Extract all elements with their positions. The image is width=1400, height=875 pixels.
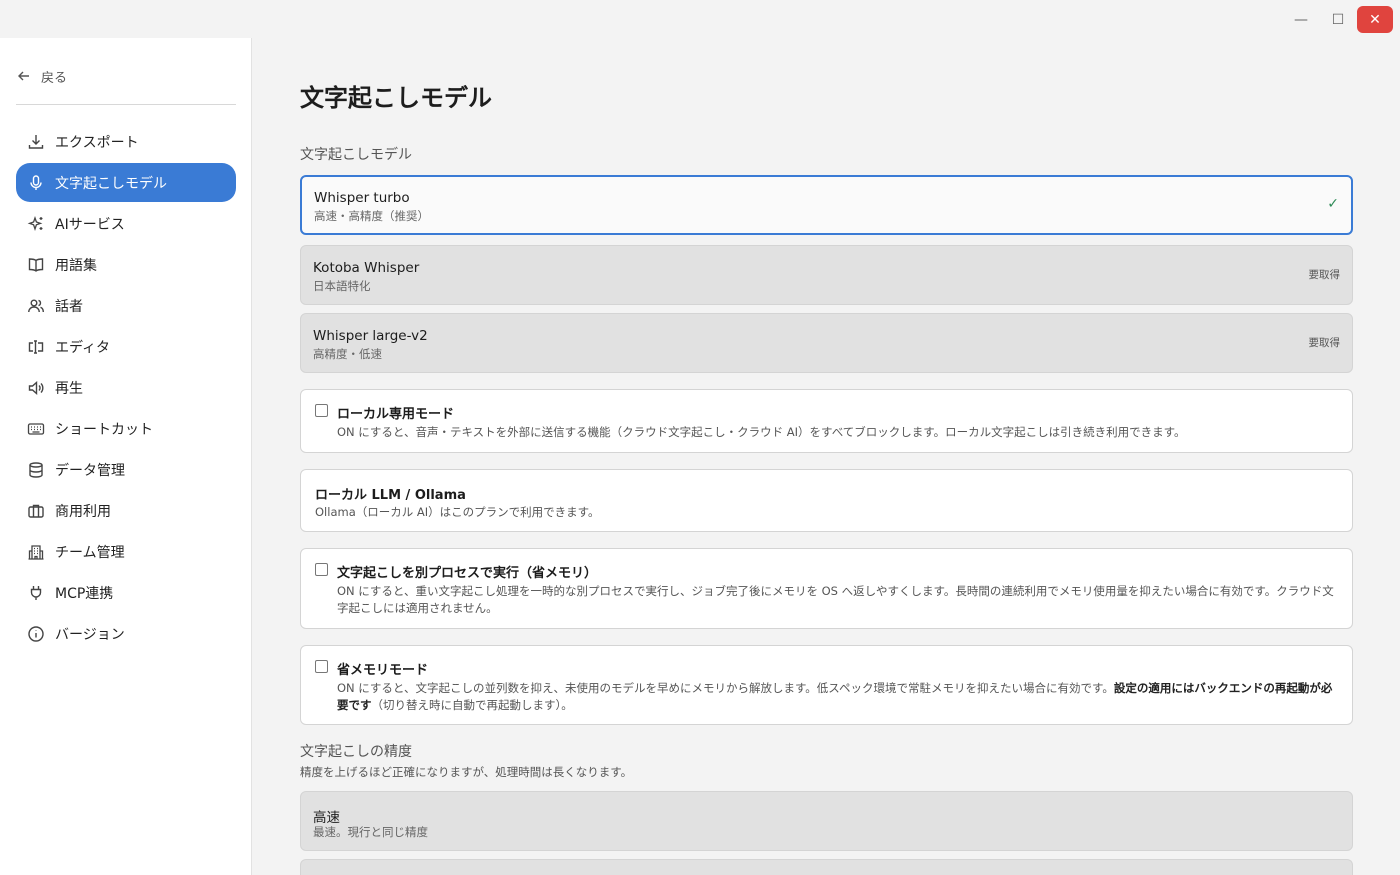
- sidebar: 戻る エクスポート 文字起こしモデル AIサービス 用語集 話者 エディタ 再生…: [0, 38, 252, 875]
- sidebar-item-label: 文字起こしモデル: [55, 175, 167, 192]
- book-icon: [28, 257, 44, 272]
- close-button[interactable]: ✕: [1357, 6, 1393, 33]
- local-only-mode-checkbox[interactable]: [315, 404, 328, 417]
- sidebar-item-mcp[interactable]: MCP連携: [16, 573, 236, 612]
- speaker-icon: [28, 380, 44, 395]
- sidebar-divider: [16, 104, 236, 105]
- sidebar-item-export[interactable]: エクスポート: [16, 122, 236, 161]
- sidebar-item-speakers[interactable]: 話者: [16, 286, 236, 325]
- back-label: 戻る: [41, 70, 68, 86]
- info-icon: [28, 625, 44, 642]
- local-only-mode-description: ON にすると、音声・テキストを外部に送信する機能（クラウド文字起こし・クラウド…: [337, 425, 1186, 439]
- main-content: 文字起こしモデル 文字起こしモデル Whisper turbo 高速・高精度（推…: [253, 38, 1400, 875]
- sidebar-item-label: バージョン: [55, 626, 125, 643]
- text-cursor-icon: [28, 339, 44, 354]
- close-icon: ✕: [1369, 11, 1381, 28]
- model-description: 高精度・低速: [313, 347, 382, 361]
- accuracy-option-name: 高速: [313, 810, 340, 826]
- local-only-mode-card: ローカル専用モード ON にすると、音声・テキストを外部に送信する機能（クラウド…: [300, 389, 1353, 453]
- sidebar-item-label: 再生: [55, 380, 83, 397]
- maximize-icon: ☐: [1331, 11, 1345, 28]
- title-bar: — ☐ ✕: [0, 0, 1400, 38]
- sidebar-item-ai-service[interactable]: AIサービス: [16, 204, 236, 243]
- local-only-mode-title: ローカル専用モード: [337, 407, 455, 422]
- sidebar-item-label: 商用利用: [55, 503, 111, 520]
- accuracy-section-label: 文字起こしの精度: [300, 744, 412, 760]
- sidebar-item-shortcuts[interactable]: ショートカット: [16, 409, 236, 448]
- memory-saver-desc-suffix: （切り替え時に自動で再起動します）。: [371, 698, 573, 712]
- local-llm-description: Ollama（ローカル AI）はこのプランで利用できます。: [315, 505, 600, 519]
- model-description: 高速・高精度（推奨）: [314, 209, 429, 223]
- separate-process-checkbox[interactable]: [315, 563, 328, 576]
- download-required-badge: 要取得: [1308, 269, 1341, 281]
- database-icon: [29, 461, 43, 478]
- models-section-label: 文字起こしモデル: [300, 147, 412, 163]
- accuracy-option-description: 最速。現行と同じ精度: [313, 825, 428, 839]
- keyboard-icon: [27, 422, 45, 435]
- minimize-icon: —: [1294, 11, 1308, 28]
- model-name: Kotoba Whisper: [313, 260, 420, 276]
- sidebar-item-label: エディタ: [55, 339, 111, 356]
- sidebar-nav: エクスポート 文字起こしモデル AIサービス 用語集 話者 エディタ 再生 ショ…: [16, 122, 236, 655]
- accuracy-section-description: 精度を上げるほど正確になりますが、処理時間は長くなります。: [300, 765, 633, 779]
- sidebar-item-label: チーム管理: [55, 544, 125, 561]
- plug-icon: [30, 585, 42, 600]
- model-name: Whisper turbo: [314, 190, 410, 206]
- model-name: Whisper large-v2: [313, 328, 428, 344]
- memory-saver-card: 省メモリモード ON にすると、文字起こしの並列数を抑え、未使用のモデルを早めに…: [300, 645, 1353, 725]
- memory-saver-checkbox[interactable]: [315, 660, 328, 673]
- download-icon: [28, 134, 44, 149]
- sidebar-item-label: AIサービス: [55, 216, 125, 233]
- local-llm-card: ローカル LLM / Ollama Ollama（ローカル AI）はこのプランで…: [300, 469, 1353, 532]
- model-card-whisper-large-v2[interactable]: Whisper large-v2 高精度・低速 要取得: [300, 313, 1353, 373]
- sidebar-item-transcription-model[interactable]: 文字起こしモデル: [16, 163, 236, 202]
- model-card-kotoba-whisper[interactable]: Kotoba Whisper 日本語特化 要取得: [300, 245, 1353, 305]
- accuracy-option-next[interactable]: [300, 859, 1353, 875]
- sidebar-item-editor[interactable]: エディタ: [16, 327, 236, 366]
- sparkles-icon: [27, 215, 43, 231]
- separate-process-description: ON にすると、重い文字起こし処理を一時的な別プロセスで実行し、ジョブ完了後にメ…: [337, 584, 1334, 615]
- back-button[interactable]: 戻る: [16, 66, 67, 86]
- minimize-button[interactable]: —: [1283, 6, 1319, 33]
- sidebar-item-label: MCP連携: [55, 585, 114, 602]
- sidebar-item-label: 話者: [55, 298, 83, 315]
- check-icon: ✓: [1327, 196, 1339, 212]
- sidebar-item-label: ショートカット: [55, 421, 153, 438]
- sidebar-item-version[interactable]: バージョン: [16, 614, 236, 653]
- users-icon: [28, 299, 44, 312]
- arrow-left-icon: [18, 71, 29, 81]
- sidebar-item-team-management[interactable]: チーム管理: [16, 532, 236, 571]
- memory-saver-description: ON にすると、文字起こしの並列数を抑え、未使用のモデルを早めにメモリから解放し…: [337, 680, 1336, 714]
- memory-saver-desc-text: ON にすると、文字起こしの並列数を抑え、未使用のモデルを早めにメモリから解放し…: [337, 681, 1114, 695]
- accuracy-option-fast[interactable]: 高速 最速。現行と同じ精度: [300, 791, 1353, 851]
- sidebar-item-data-management[interactable]: データ管理: [16, 450, 236, 489]
- briefcase-icon: [28, 504, 44, 518]
- separate-process-title: 文字起こしを別プロセスで実行（省メモリ）: [337, 566, 598, 581]
- local-llm-title: ローカル LLM / Ollama: [315, 488, 466, 503]
- separate-process-card: 文字起こしを別プロセスで実行（省メモリ） ON にすると、重い文字起こし処理を一…: [300, 548, 1353, 629]
- sidebar-item-label: 用語集: [55, 257, 97, 274]
- sidebar-item-playback[interactable]: 再生: [16, 368, 236, 407]
- building-icon: [28, 544, 44, 560]
- download-required-badge: 要取得: [1308, 337, 1341, 349]
- sidebar-item-label: エクスポート: [55, 134, 139, 151]
- model-description: 日本語特化: [313, 279, 371, 293]
- page-title: 文字起こしモデル: [300, 84, 492, 112]
- model-card-whisper-turbo[interactable]: Whisper turbo 高速・高精度（推奨） ✓: [300, 175, 1353, 235]
- sidebar-item-commercial-use[interactable]: 商用利用: [16, 491, 236, 530]
- sidebar-item-glossary[interactable]: 用語集: [16, 245, 236, 284]
- microphone-icon: [30, 174, 42, 190]
- sidebar-item-label: データ管理: [55, 462, 125, 479]
- memory-saver-title: 省メモリモード: [337, 663, 429, 678]
- maximize-button[interactable]: ☐: [1320, 6, 1356, 33]
